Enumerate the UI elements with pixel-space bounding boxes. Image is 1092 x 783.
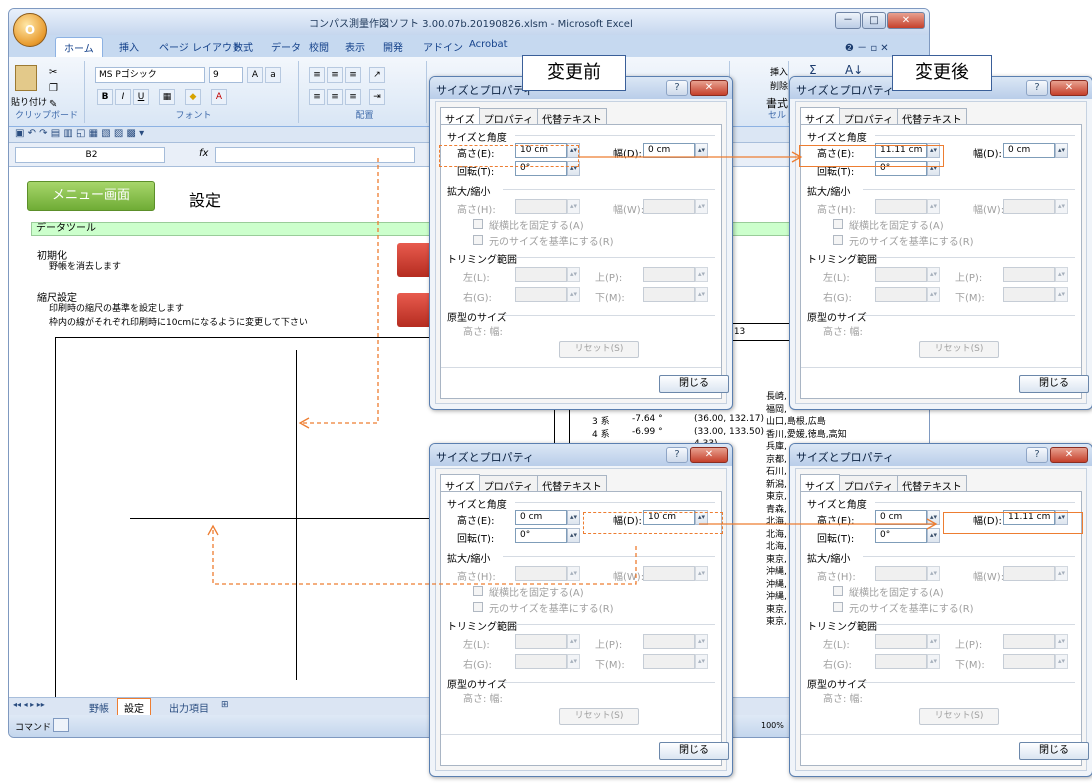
arrow-width-to-horizontal-line — [212, 526, 637, 585]
arrow-overlay — [207, 151, 938, 585]
arrow-height-to-vertical-line — [300, 158, 379, 424]
